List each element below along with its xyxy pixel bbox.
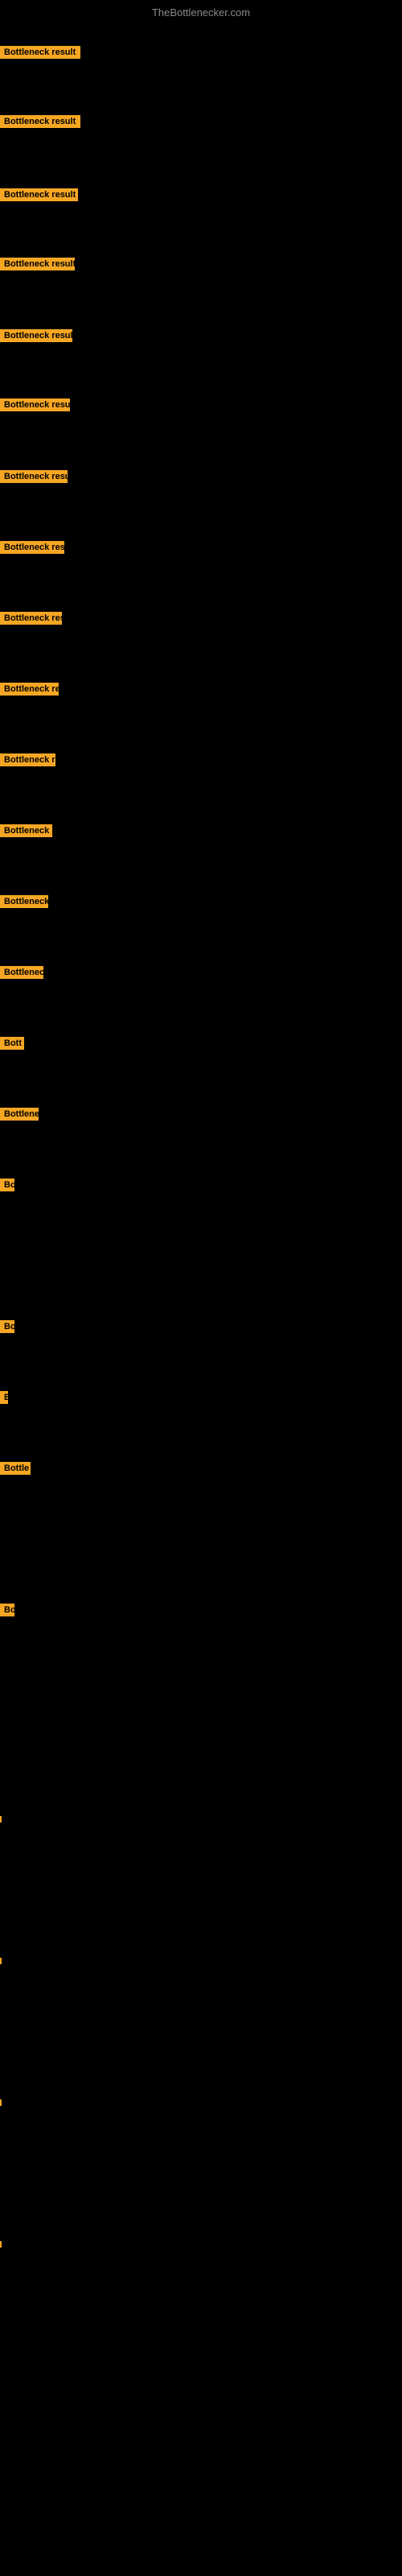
bottleneck-badge-12: Bottleneck res [0, 824, 52, 837]
bottleneck-badge-6: Bottleneck result [0, 398, 70, 411]
bottleneck-badge-25 [0, 2241, 2, 2248]
bottleneck-badge-9: Bottleneck result [0, 612, 62, 625]
bottleneck-badge-2: Bottleneck result [0, 115, 80, 128]
bottleneck-badge-16: Bottlene [0, 1108, 39, 1121]
bottleneck-badge-23 [0, 1958, 2, 1964]
bottleneck-badge-4: Bottleneck result [0, 258, 75, 270]
bottleneck-badge-21: Bo [0, 1604, 14, 1616]
bottleneck-badge-15: Bott [0, 1037, 24, 1050]
bottleneck-badge-18: Bo [0, 1320, 14, 1333]
bottleneck-badge-7: Bottleneck result [0, 470, 68, 483]
bottleneck-badge-24 [0, 2099, 2, 2106]
bottleneck-badge-19: B [0, 1391, 8, 1404]
bottleneck-badge-5: Bottleneck result [0, 329, 72, 342]
bottleneck-badge-20: Bottle [0, 1462, 31, 1475]
bottleneck-badge-14: Bottlenec [0, 966, 43, 979]
bottleneck-badge-17: Bo [0, 1179, 14, 1191]
bottleneck-badge-1: Bottleneck result [0, 46, 80, 59]
bottleneck-badge-3: Bottleneck result [0, 188, 78, 201]
bottleneck-badge-10: Bottleneck resul [0, 683, 59, 696]
bottleneck-badge-13: Bottleneck re [0, 895, 48, 908]
bottleneck-badge-11: Bottleneck resu [0, 753, 55, 766]
site-title: TheBottlenecker.com [0, 6, 402, 19]
bottleneck-badge-8: Bottleneck result [0, 541, 64, 554]
bottleneck-badge-22 [0, 1816, 2, 1823]
